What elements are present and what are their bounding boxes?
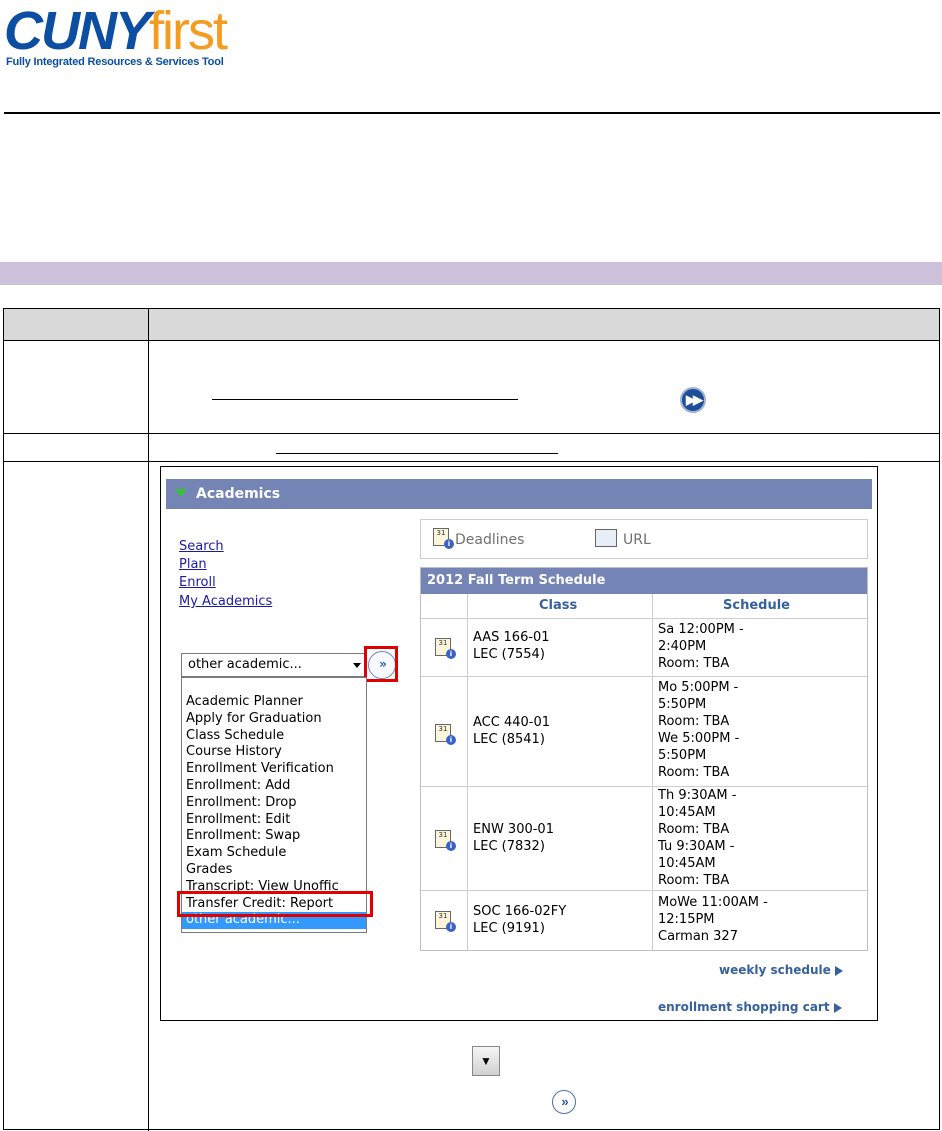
schedule-line: Th 9:30AM - (658, 788, 737, 803)
select-arrow-icon[interactable] (353, 663, 361, 668)
schedule-line: Room: TBA (658, 873, 730, 888)
fast-forward-icon: ▶▶ (680, 387, 706, 413)
table-header-row (4, 309, 939, 341)
collapse-triangle-icon[interactable] (175, 489, 187, 497)
option-course-history[interactable]: Course History (182, 744, 366, 761)
url-icon[interactable] (595, 529, 617, 547)
deadlines-link[interactable]: Deadlines (455, 532, 524, 548)
academics-screenshot: Academics Search Plan Enroll My Academic… (160, 466, 878, 1021)
class-code: AAS 166-01 (473, 630, 550, 645)
option-enrollment-swap[interactable]: Enrollment: Swap (182, 828, 366, 845)
grid-line (421, 618, 867, 619)
transfer-credit-highlight (177, 891, 373, 917)
logo-cuny-text: CUNY (4, 1, 151, 61)
schedule-line: Room: TBA (658, 714, 730, 729)
table-row-2 (4, 434, 939, 462)
url-link[interactable]: URL (623, 532, 651, 548)
shopping-cart-label: enrollment shopping cart (658, 1000, 830, 1014)
schedule-line: We 5:00PM - (658, 731, 740, 746)
class-section: LEC (7554) (473, 647, 545, 662)
cunyfirst-logo: CUNYfirst Fully Integrated Resources & S… (4, 4, 244, 70)
logo-wordmark: CUNYfirst (4, 4, 244, 58)
schedule-line: 2:40PM (658, 639, 707, 654)
class-info-icon[interactable]: 31 i (435, 911, 456, 932)
option-apply-graduation[interactable]: Apply for Graduation (182, 711, 366, 728)
underlined-link-line (276, 453, 558, 454)
link-enroll[interactable]: Enroll (179, 575, 216, 590)
option-exam-schedule[interactable]: Exam Schedule (182, 845, 366, 862)
dropdown-button-icon: ▼ (472, 1046, 500, 1076)
grid-line (421, 890, 867, 891)
option-enrollment-drop[interactable]: Enrollment: Drop (182, 795, 366, 812)
option-grades[interactable]: Grades (182, 862, 366, 879)
header-class: Class (539, 598, 578, 613)
arrow-right-icon (833, 1002, 842, 1013)
schedule-line: MoWe 11:00AM - (658, 895, 768, 910)
schedule-line: 5:50PM (658, 697, 707, 712)
arrow-right-icon (834, 965, 843, 976)
weekly-schedule-label: weekly schedule (719, 963, 831, 977)
class-section: LEC (9191) (473, 921, 545, 936)
schedule-line: Room: TBA (658, 822, 730, 837)
logo-first-text: first (149, 1, 228, 61)
schedule-line: Room: TBA (658, 765, 730, 780)
class-code: SOC 166-02FY (473, 904, 567, 919)
class-info-icon[interactable]: 31 i (435, 638, 456, 659)
class-info-icon[interactable]: 31 i (435, 830, 456, 851)
deadlines-calendar-icon[interactable]: 31 i (433, 528, 454, 549)
option-enrollment-add[interactable]: Enrollment: Add (182, 778, 366, 795)
header-rule (4, 112, 940, 114)
option-enrollment-verification[interactable]: Enrollment Verification (182, 761, 366, 778)
table-column-divider (148, 309, 149, 1131)
term-schedule-table: 2012 Fall Term Schedule Class Schedule 3… (420, 567, 868, 951)
other-academic-select[interactable]: other academic... (181, 653, 367, 677)
go-arrow-icon: » (552, 1090, 576, 1114)
schedule-line: Tu 9:30AM - (658, 839, 735, 854)
grid-line (467, 594, 468, 950)
academics-toolbar: 31 i Deadlines URL (420, 519, 868, 559)
go-button-highlight (364, 646, 398, 682)
class-section: LEC (8541) (473, 732, 545, 747)
shopping-cart-link[interactable]: enrollment shopping cart (658, 1000, 842, 1014)
link-search[interactable]: Search (179, 539, 224, 554)
class-code: ENW 300-01 (473, 822, 554, 837)
link-my-academics[interactable]: My Academics (179, 594, 272, 609)
schedule-line: 10:45AM (658, 805, 716, 820)
link-plan[interactable]: Plan (179, 557, 207, 572)
grid-line (652, 594, 653, 950)
schedule-title: 2012 Fall Term Schedule (421, 568, 867, 594)
underlined-link-line (212, 399, 518, 400)
grid-line (421, 786, 867, 787)
grid-line (421, 676, 867, 677)
header-schedule: Schedule (723, 598, 790, 613)
schedule-line: Sa 12:00PM - (658, 622, 744, 637)
schedule-line: 10:45AM (658, 856, 716, 871)
section-band (0, 262, 942, 285)
schedule-line: 5:50PM (658, 748, 707, 763)
class-info-icon[interactable]: 31 i (435, 724, 456, 745)
option-class-schedule[interactable]: Class Schedule (182, 728, 366, 745)
logo-tagline: Fully Integrated Resources & Services To… (6, 56, 224, 68)
class-code: ACC 440-01 (473, 715, 550, 730)
class-section: LEC (7832) (473, 839, 545, 854)
schedule-line: Room: TBA (658, 656, 730, 671)
schedule-line: 12:15PM (658, 912, 715, 927)
academics-title: Academics (196, 486, 281, 502)
schedule-line: Mo 5:00PM - (658, 680, 739, 695)
weekly-schedule-link[interactable]: weekly schedule (719, 963, 843, 977)
option-academic-planner[interactable]: Academic Planner (182, 694, 366, 711)
schedule-line: Carman 327 (658, 929, 738, 944)
select-value: other academic... (188, 657, 302, 672)
academics-header[interactable]: Academics (166, 479, 872, 509)
option-enrollment-edit[interactable]: Enrollment: Edit (182, 812, 366, 829)
table-row-1: ▶▶ (4, 341, 939, 434)
